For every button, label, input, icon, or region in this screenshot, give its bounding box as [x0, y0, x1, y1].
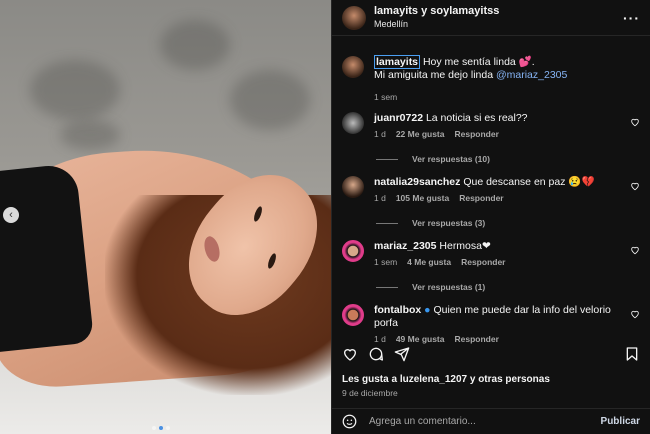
carousel-dot: [166, 426, 170, 430]
author-avatar[interactable]: [342, 5, 366, 30]
reply-button[interactable]: Responder: [459, 193, 503, 203]
author-username[interactable]: lamayits y soylamayitss: [374, 5, 499, 18]
heart-icon[interactable]: [630, 181, 640, 191]
caption-mention-link[interactable]: @mariaz_2305: [496, 69, 567, 81]
heart-icon[interactable]: [630, 309, 640, 319]
comment-likes-count[interactable]: 105 Me gusta: [396, 193, 449, 203]
heart-icon[interactable]: [630, 245, 640, 255]
comment-item: natalia29sanchez Que descanse en paz 😢💔 …: [342, 176, 640, 203]
comment-time: 1 d: [374, 334, 386, 344]
comment-text: Hermosa❤: [439, 240, 491, 252]
carousel-dot: [152, 426, 156, 430]
comment-text: La noticia si es real??: [425, 112, 528, 124]
reply-button[interactable]: Responder: [461, 257, 505, 267]
comment-username[interactable]: mariaz_2305: [374, 240, 436, 252]
add-comment-input[interactable]: [369, 416, 601, 427]
reply-button[interactable]: Responder: [454, 129, 498, 139]
location-link[interactable]: Medellín: [374, 18, 499, 31]
comment-likes-count[interactable]: 22 Me gusta: [396, 129, 445, 139]
comment-time: 1 d: [374, 129, 386, 139]
post-sidebar: lamayits y soylamayitss Medellín ··· lam…: [331, 0, 650, 434]
post-date: 9 de diciembre: [342, 388, 398, 398]
comment-item: fontalbox ● Quien me puede dar la info d…: [342, 304, 640, 344]
post-header: lamayits y soylamayitss Medellín ···: [332, 0, 650, 36]
comment-username[interactable]: natalia29sanchez: [374, 176, 460, 188]
post-modal: ‹ lamayits y soylamayitss Medellín ··· l…: [0, 0, 650, 434]
reply-button[interactable]: Responder: [454, 334, 498, 344]
comment-list: lamayits Hoy me sentía linda 💕. Mi amigu…: [332, 55, 650, 344]
action-bar: [342, 346, 640, 362]
comment-likes-count[interactable]: 49 Me gusta: [396, 334, 445, 344]
commenter-avatar[interactable]: [342, 112, 364, 134]
likes-user-link[interactable]: luzelena_1207: [400, 374, 467, 385]
comment-username[interactable]: fontalbox: [374, 304, 421, 316]
comment-time: 1 d: [374, 193, 386, 203]
more-dots-icon[interactable]: ···: [623, 10, 640, 26]
view-replies-button[interactable]: Ver respuestas (3): [376, 218, 640, 228]
caption-username[interactable]: lamayits: [374, 55, 421, 69]
post-photo[interactable]: ‹: [0, 0, 331, 434]
verified-badge-icon: ●: [424, 304, 431, 316]
carousel-prev-button[interactable]: ‹: [3, 207, 19, 223]
like-heart-icon[interactable]: [342, 346, 358, 362]
comment-text: Que descanse en paz 😢💔: [463, 176, 595, 188]
bookmark-icon[interactable]: [624, 346, 640, 362]
view-replies-button[interactable]: Ver respuestas (1): [376, 282, 640, 292]
comment-bubble-icon[interactable]: [368, 346, 384, 362]
commenter-avatar-story[interactable]: [342, 240, 364, 262]
caption-time: 1 sem: [374, 92, 398, 102]
comment-username[interactable]: juanr0722: [374, 112, 423, 124]
view-replies-button[interactable]: Ver respuestas (10): [376, 154, 640, 164]
share-send-icon[interactable]: [394, 346, 410, 362]
caption-line1: Hoy me sentía linda 💕.: [422, 56, 535, 68]
commenter-avatar[interactable]: [342, 176, 364, 198]
likes-summary[interactable]: Les gusta a luzelena_1207 y otras person…: [342, 374, 550, 385]
comment-time: 1 sem: [374, 257, 398, 267]
caption-line2: Mi amiguita me dejo linda: [374, 69, 496, 81]
caption: lamayits Hoy me sentía linda 💕. Mi amigu…: [342, 55, 640, 104]
comment-item: juanr0722 La noticia si es real?? 1 d 22 …: [342, 112, 640, 139]
carousel-dots: [152, 426, 170, 430]
carousel-dot-active: [159, 426, 163, 430]
publish-button[interactable]: Publicar: [601, 416, 640, 427]
caption-avatar[interactable]: [342, 56, 364, 78]
heart-icon[interactable]: [630, 117, 640, 127]
emoji-icon[interactable]: [342, 414, 357, 429]
comment-item: mariaz_2305 Hermosa❤ 1 sem 4 Me gusta Resp…: [342, 240, 640, 267]
add-comment-bar: Publicar: [332, 408, 650, 434]
comment-likes-count[interactable]: 4 Me gusta: [407, 257, 451, 267]
commenter-avatar-story[interactable]: [342, 304, 364, 326]
